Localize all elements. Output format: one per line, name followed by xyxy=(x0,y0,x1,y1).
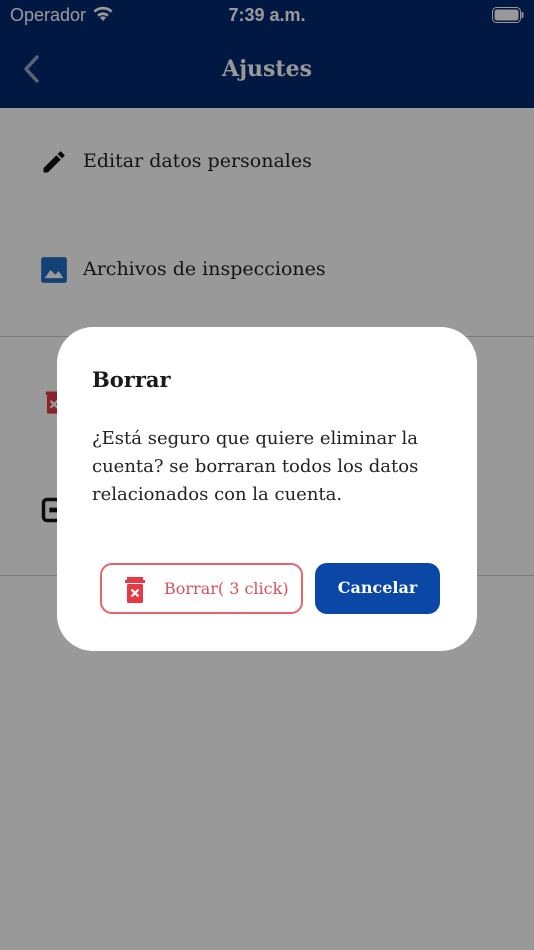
delete-account-dialog: Borrar ¿Está seguro que quiere eliminar … xyxy=(57,327,477,651)
dialog-message: ¿Está seguro que quiere eliminar la cuen… xyxy=(92,428,419,505)
delete-button[interactable]: Borrar( 3 click) xyxy=(100,563,303,614)
cancel-button-label: Cancelar xyxy=(337,578,418,597)
cancel-button[interactable]: Cancelar xyxy=(315,563,440,614)
dialog-title: Borrar xyxy=(92,367,171,392)
trash-icon xyxy=(125,577,145,603)
delete-button-label: Borrar( 3 click) xyxy=(164,579,289,598)
